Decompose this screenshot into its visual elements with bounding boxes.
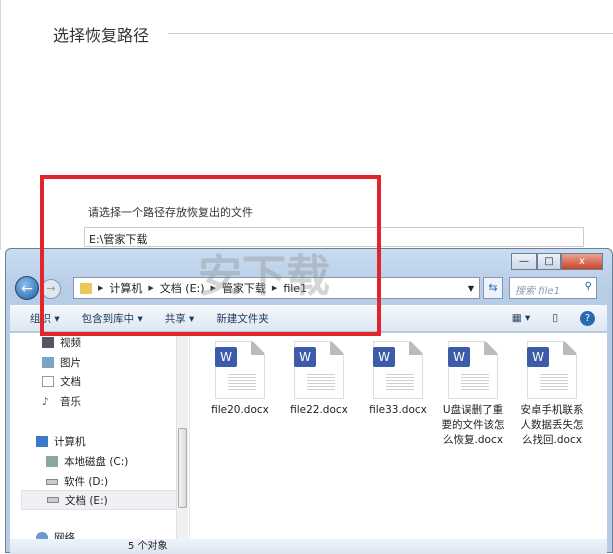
- nav-item-drive-c[interactable]: 本地磁盘 (C:): [46, 454, 128, 469]
- computer-icon: [36, 436, 48, 447]
- nav-label: 图片: [60, 357, 81, 369]
- docx-file-icon: W: [215, 341, 265, 399]
- maximize-button[interactable]: □: [537, 253, 561, 270]
- help-icon[interactable]: ?: [580, 310, 595, 326]
- nav-item-music[interactable]: ♪ 音乐: [42, 394, 81, 409]
- nav-label: 本地磁盘 (C:): [64, 456, 129, 468]
- docx-file-icon: W: [373, 341, 423, 399]
- file-name: file20.docx: [211, 404, 269, 416]
- explorer-content: 视频 图片 文档 ♪ 音乐 计算机 本地磁盘 (C:) 软件 (D:) 文档 (E…: [10, 333, 607, 544]
- document-icon: [42, 376, 54, 387]
- nav-item-computer[interactable]: 计算机: [36, 434, 86, 449]
- scrollbar-thumb[interactable]: [178, 428, 187, 508]
- view-icon[interactable]: ▦ ▾: [512, 312, 531, 324]
- nav-item-drive-d[interactable]: 软件 (D:): [46, 474, 108, 489]
- close-button[interactable]: x: [561, 253, 603, 270]
- docx-file-icon: W: [294, 341, 344, 399]
- docx-file-icon: W: [527, 341, 577, 399]
- dropdown-icon[interactable]: ▼: [468, 284, 474, 293]
- docx-file-icon: W: [448, 341, 498, 399]
- file-name: file22.docx: [290, 404, 348, 416]
- picture-icon: [42, 357, 54, 368]
- file-name: file33.docx: [369, 404, 427, 416]
- music-icon: ♪: [42, 396, 49, 408]
- file-item[interactable]: Wfile20.docx: [203, 341, 277, 418]
- drive-icon: [46, 478, 58, 485]
- nav-label: 文档: [60, 376, 81, 388]
- file-item[interactable]: Wfile33.docx: [361, 341, 435, 418]
- video-icon: [42, 337, 54, 348]
- nav-item-documents[interactable]: 文档: [42, 374, 81, 389]
- preview-pane-icon[interactable]: ▯: [552, 312, 558, 324]
- nav-label: 文档 (E:): [65, 494, 108, 507]
- navigation-pane: 视频 图片 文档 ♪ 音乐 计算机 本地磁盘 (C:) 软件 (D:) 文档 (E…: [10, 333, 178, 544]
- drive-icon: [47, 497, 59, 503]
- nav-item-drive-e[interactable]: 文档 (E:): [21, 490, 178, 510]
- nav-item-pictures[interactable]: 图片: [42, 355, 81, 370]
- nav-label: 软件 (D:): [64, 476, 109, 488]
- file-item[interactable]: Wfile22.docx: [282, 341, 356, 418]
- file-name: 安卓手机联系人数据丢失怎么找回.docx: [520, 404, 584, 446]
- nav-item-videos[interactable]: 视频: [42, 335, 81, 350]
- status-bar: 5 个对象: [10, 539, 607, 554]
- nav-label: 视频: [60, 337, 81, 349]
- dialog-border: [0, 0, 1, 250]
- file-name: U盘误删了重要的文件该怎么恢复.docx: [441, 404, 505, 446]
- refresh-button[interactable]: ⇆: [483, 277, 503, 299]
- title-divider: [168, 33, 613, 34]
- nav-label: 计算机: [54, 436, 86, 448]
- drive-icon: [46, 456, 58, 467]
- nav-label: 音乐: [60, 396, 81, 408]
- file-item[interactable]: W 安卓手机联系人数据丢失怎么找回.docx: [519, 341, 585, 448]
- pane-divider[interactable]: [189, 333, 190, 539]
- page-title: 选择恢复路径: [53, 26, 150, 45]
- search-icon: ⚲: [584, 281, 592, 292]
- highlight-box: [40, 175, 381, 336]
- search-input[interactable]: 搜索 file1 ⚲: [509, 277, 597, 299]
- search-placeholder: 搜索 file1: [515, 286, 560, 297]
- back-button[interactable]: ←: [15, 276, 39, 300]
- minimize-button[interactable]: —: [511, 253, 537, 270]
- item-count: 5 个对象: [128, 541, 168, 552]
- file-item[interactable]: W U盘误删了重要的文件该怎么恢复.docx: [440, 341, 506, 448]
